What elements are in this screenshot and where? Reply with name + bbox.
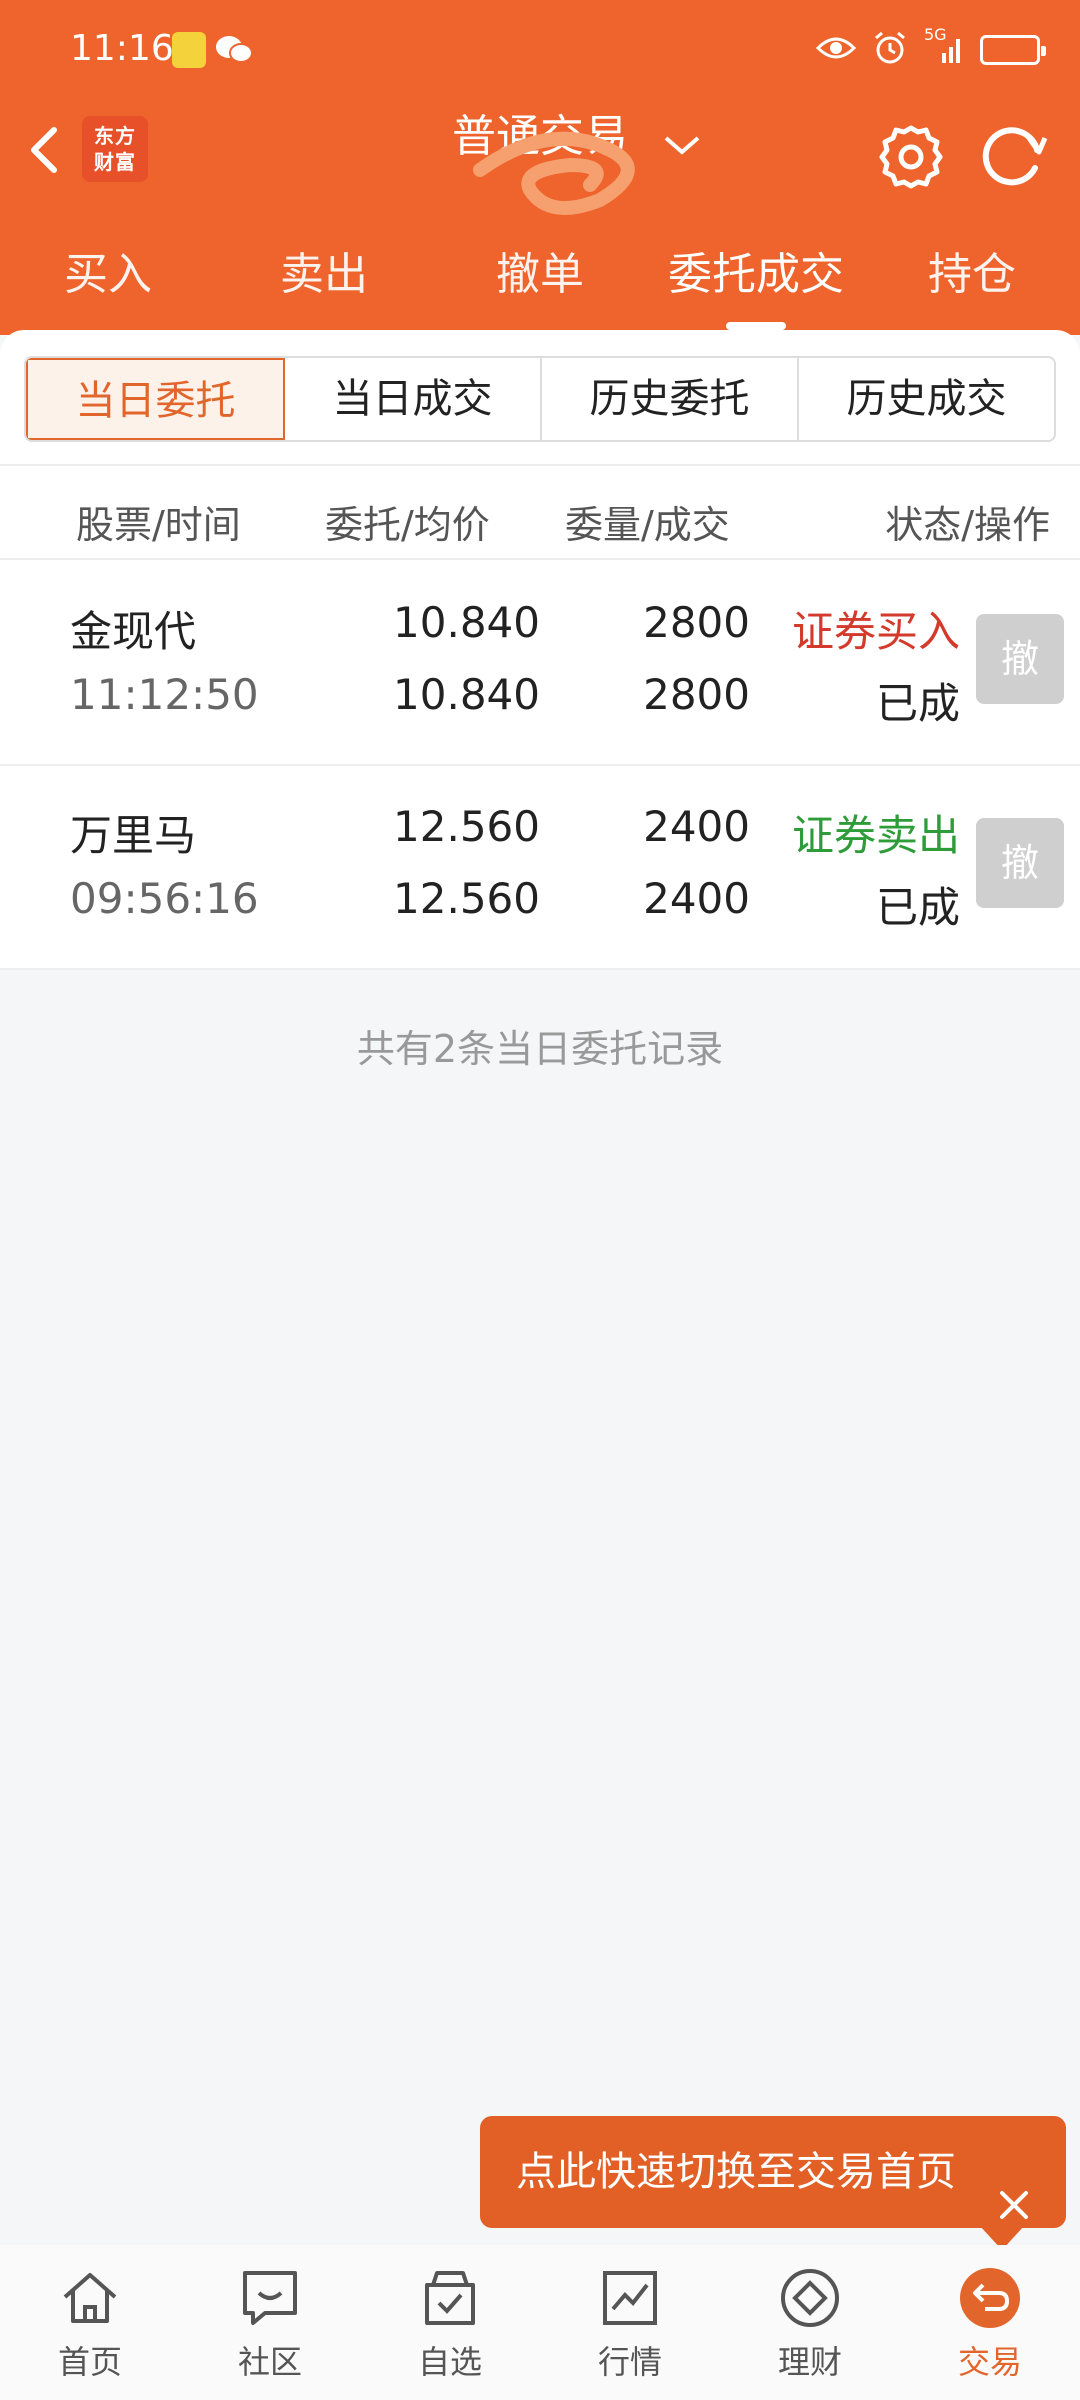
stock-name: 万里马 [70, 811, 197, 860]
switch-home-tooltip[interactable]: 点此快速切换至交易首页 [480, 2116, 1066, 2250]
segment-history-orders[interactable]: 历史委托 [542, 358, 799, 440]
app-logo[interactable]: 东方财富 [82, 116, 148, 182]
segment-today-orders[interactable]: 当日委托 [26, 358, 285, 440]
order-status: 已成 [875, 679, 960, 728]
column-header-quantity: 委量/成交 [565, 503, 730, 547]
tab-sell[interactable]: 卖出 [216, 230, 432, 330]
logo-text: 东方财富 [94, 124, 136, 174]
tab-buy[interactable]: 买入 [0, 230, 216, 330]
diamond-icon [781, 2269, 839, 2327]
nav-label: 自选 [417, 2343, 482, 2381]
nav-label: 社区 [237, 2343, 302, 2381]
tab-cancel-order[interactable]: 撤单 [432, 230, 648, 330]
nav-trade[interactable]: 交易 [900, 2245, 1080, 2400]
close-icon[interactable] [996, 2154, 1032, 2219]
cancel-order-button[interactable]: 撤 [976, 614, 1064, 704]
table-row[interactable]: 万里马 09:56:16 12.560 12.560 2400 2400 证券卖… [0, 766, 1080, 970]
status-time: 11:16 [70, 28, 174, 69]
filled-quantity: 2800 [643, 670, 750, 719]
trade-icon [960, 2268, 1020, 2328]
table-header: 股票/时间 委托/均价 委量/成交 状态/操作 [0, 464, 1080, 560]
bottom-nav: 首页 社区 自选 行情 理财 交易 [0, 2245, 1080, 2400]
alarm-icon [872, 30, 908, 70]
column-header-stock-time: 股票/时间 [76, 503, 241, 547]
refresh-icon[interactable] [975, 120, 1049, 198]
avg-price: 10.840 [393, 670, 540, 719]
order-time: 11:12:50 [70, 670, 259, 719]
market-chart-icon [603, 2271, 657, 2325]
column-header-price: 委托/均价 [325, 503, 490, 547]
signal-label: 5G [924, 25, 947, 44]
nav-label: 行情 [597, 2343, 662, 2381]
segment-today-trades[interactable]: 当日成交 [285, 358, 542, 440]
main-tabs: 买入 卖出 撤单 委托成交 持仓 [0, 230, 1080, 330]
tab-orders-trades[interactable]: 委托成交 [648, 230, 864, 330]
eye-icon [815, 34, 857, 66]
order-status: 已成 [875, 883, 960, 932]
avg-price: 12.560 [393, 874, 540, 923]
order-price: 12.560 [393, 802, 540, 851]
chevron-down-icon[interactable] [660, 130, 704, 164]
app-header: 11:16 5G 东方财富 普通交易 买入 卖出 撤单 委托成交 持仓 [0, 0, 1080, 335]
battery-icon [980, 35, 1046, 65]
tab-positions[interactable]: 持仓 [864, 230, 1080, 330]
order-quantity: 2400 [643, 802, 750, 851]
stock-name: 金现代 [70, 607, 197, 656]
signal-icon: 5G [924, 25, 964, 67]
status-bar: 11:16 5G [0, 0, 1080, 100]
nav-label: 理财 [777, 2343, 842, 2381]
tooltip-text: 点此快速切换至交易首页 [516, 2149, 956, 2195]
app-notification-icon [172, 32, 206, 68]
filled-quantity: 2400 [643, 874, 750, 923]
nav-home[interactable]: 首页 [0, 2245, 180, 2400]
cancel-order-button[interactable]: 撤 [976, 818, 1064, 908]
nav-label: 首页 [57, 2343, 122, 2381]
segment-control: 当日委托 当日成交 历史委托 历史成交 [24, 356, 1056, 442]
nav-market[interactable]: 行情 [540, 2245, 720, 2400]
order-type: 证券买入 [791, 607, 960, 656]
records-summary: 共有2条当日委托记录 [356, 1027, 724, 1071]
order-quantity: 2800 [643, 598, 750, 647]
nav-community[interactable]: 社区 [180, 2245, 360, 2400]
column-header-status: 状态/操作 [885, 503, 1050, 547]
watchlist-icon [425, 2271, 475, 2325]
segment-history-trades[interactable]: 历史成交 [799, 358, 1054, 440]
order-type: 证券卖出 [791, 811, 960, 860]
nav-label: 交易 [957, 2343, 1022, 2381]
back-icon[interactable] [20, 120, 70, 180]
content-card: 当日委托 当日成交 历史委托 历史成交 股票/时间 委托/均价 委量/成交 状态… [0, 330, 1080, 970]
settings-gear-icon[interactable] [874, 120, 948, 198]
nav-watchlist[interactable]: 自选 [360, 2245, 540, 2400]
table-row[interactable]: 金现代 11:12:50 10.840 10.840 2800 2800 证券买… [0, 562, 1080, 766]
nav-wealth[interactable]: 理财 [720, 2245, 900, 2400]
order-time: 09:56:16 [70, 874, 259, 923]
home-icon [63, 2273, 117, 2323]
status-icons: 5G [815, 25, 1046, 70]
chat-icon [243, 2271, 297, 2325]
top-bar: 东方财富 普通交易 [0, 100, 1080, 220]
order-price: 10.840 [393, 598, 540, 647]
redaction-scribble [460, 130, 660, 224]
wechat-icon [214, 34, 254, 70]
